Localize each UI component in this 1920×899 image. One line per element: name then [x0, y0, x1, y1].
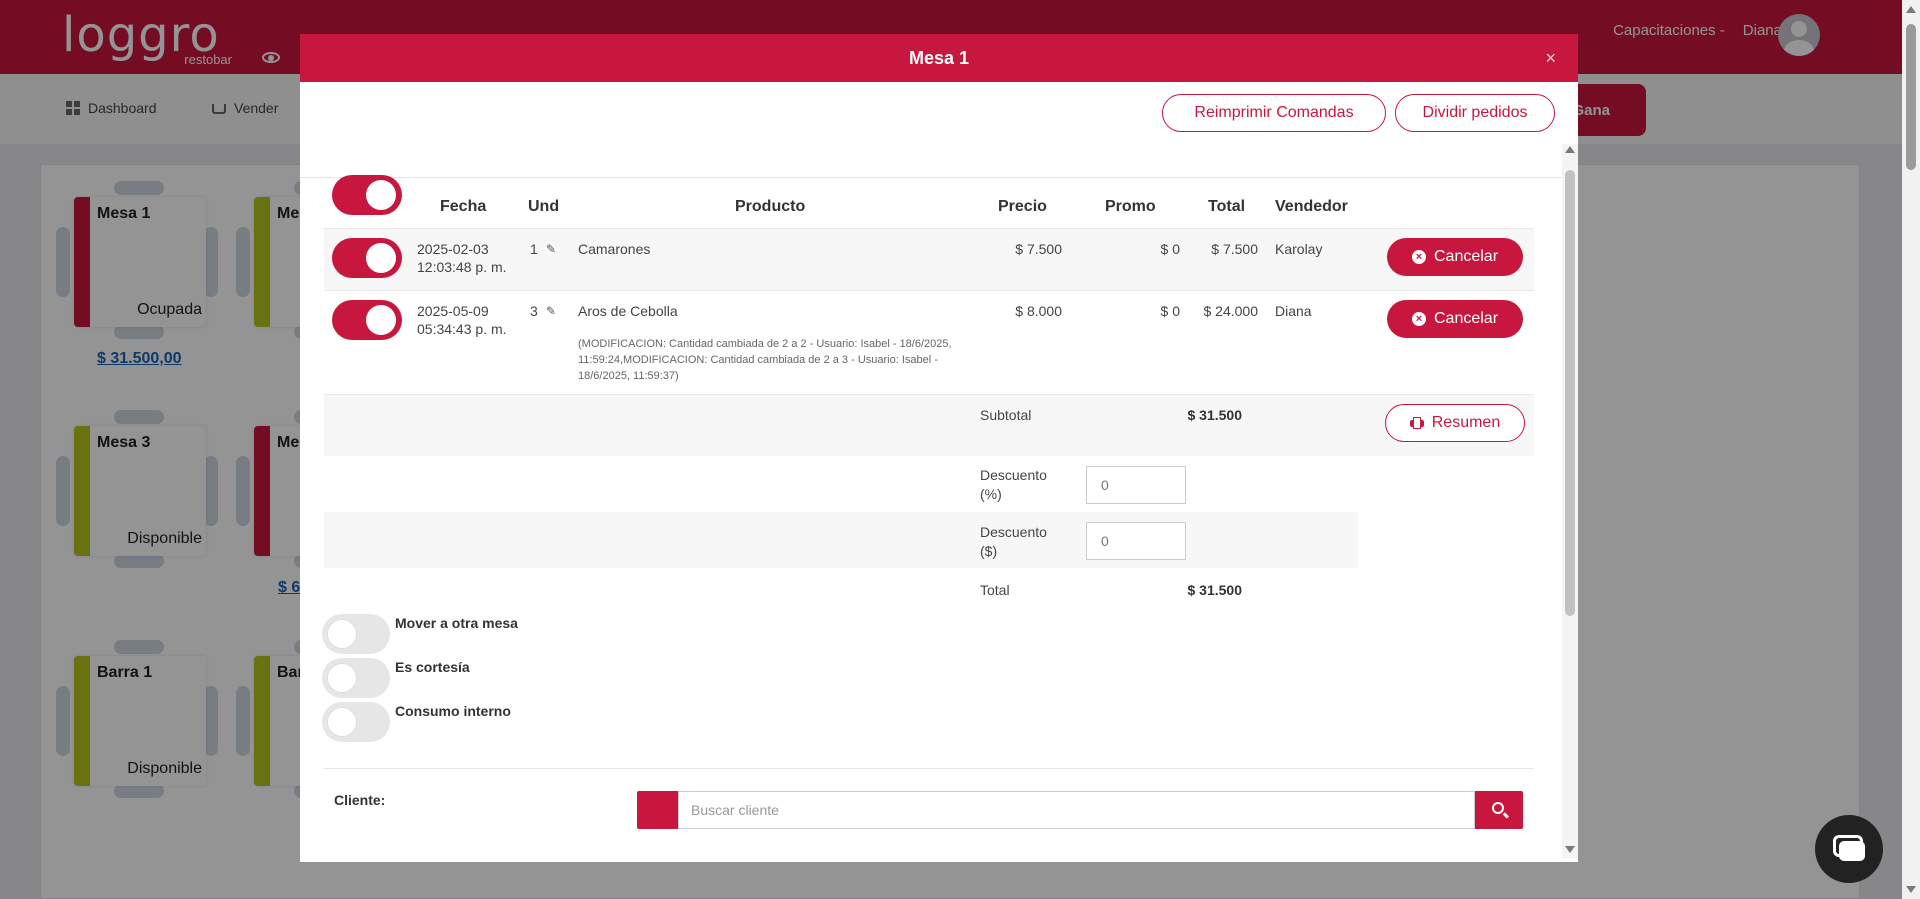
toggle-knob: [327, 663, 357, 693]
courtesy-toggle[interactable]: [322, 658, 390, 698]
modal-title: Mesa 1: [908, 48, 970, 68]
discount-amt-unit: ($): [980, 543, 998, 559]
client-label: Cliente:: [334, 792, 386, 808]
page-scrollbar[interactable]: [1902, 0, 1920, 899]
modal-scroll-down-arrow[interactable]: [1565, 846, 1575, 853]
order-modal: Mesa 1 × Reimprimir Comandas Dividir ped…: [300, 34, 1578, 862]
order-total: $ 24.000: [1203, 303, 1259, 319]
column-producto: Producto: [735, 198, 806, 215]
order-time: 12:03:48 p. m.: [417, 259, 507, 275]
order-total: $ 7.500: [1211, 241, 1258, 257]
scroll-down-arrow[interactable]: [1906, 886, 1916, 893]
order-qty: 3: [530, 303, 538, 319]
move-table-toggle[interactable]: [322, 614, 390, 654]
modal-scroll-up-arrow[interactable]: [1565, 146, 1575, 153]
subtotal-value: $ 31.500: [1187, 407, 1243, 423]
order-promo: $ 0: [1160, 303, 1180, 319]
subtotal-label: Subtotal: [980, 407, 1032, 423]
column-und: Und: [528, 198, 560, 215]
discount-amt-label: Descuento: [980, 524, 1047, 540]
discount-amount-row: [324, 512, 1358, 568]
cancel-item-button[interactable]: × Cancelar: [1387, 238, 1523, 276]
split-orders-button[interactable]: Dividir pedidos: [1395, 94, 1555, 132]
order-date: 2025-02-03: [417, 241, 489, 257]
modal-scroll-thumb[interactable]: [1565, 170, 1575, 616]
total-label: Total: [980, 582, 1010, 598]
modal-scrollbar[interactable]: [1562, 144, 1578, 858]
column-fecha: Fecha: [440, 198, 487, 215]
cancel-label: Cancelar: [1433, 248, 1499, 265]
order-time: 05:34:43 p. m.: [417, 321, 507, 337]
discount-pct-label: Descuento: [980, 467, 1047, 483]
order-product: Aros de Cebolla: [578, 303, 678, 319]
summary-button[interactable]: Resumen: [1385, 404, 1525, 442]
discount-pct-unit: (%): [980, 486, 1002, 502]
toggle-knob: [366, 305, 396, 335]
order-product: Camarones: [578, 241, 651, 257]
search-icon: [1492, 802, 1504, 814]
column-promo: Promo: [1105, 198, 1156, 215]
modal-header: Mesa 1 ×: [300, 34, 1578, 82]
toggle-knob: [327, 619, 357, 649]
column-vendedor: Vendedor: [1275, 198, 1348, 215]
row-toggle[interactable]: [332, 300, 402, 340]
toggle-knob: [366, 243, 396, 273]
client-search-input[interactable]: [678, 791, 1475, 829]
courtesy-label: Es cortesía: [395, 659, 470, 675]
cancel-item-button[interactable]: × Cancelar: [1387, 300, 1523, 338]
cancel-label: Cancelar: [1433, 310, 1499, 327]
order-note: (MODIFICACION: Cantidad cambiada de 2 a …: [578, 338, 952, 382]
internal-consumption-label: Consumo interno: [395, 703, 511, 719]
reprint-orders-button[interactable]: Reimprimir Comandas: [1162, 94, 1386, 132]
toggle-knob: [366, 180, 396, 210]
order-price: $ 7.500: [1015, 241, 1062, 257]
pencil-icon[interactable]: ✎: [546, 243, 558, 255]
order-date: 2025-05-09: [417, 303, 489, 319]
chat-bubble-front: [1839, 841, 1865, 861]
column-precio: Precio: [998, 198, 1047, 215]
modal-actions: Reimprimir Comandas Dividir pedidos: [300, 82, 1578, 178]
scroll-up-arrow[interactable]: [1906, 6, 1916, 13]
close-icon[interactable]: ×: [1545, 48, 1556, 69]
subtotal-row: [324, 394, 1534, 456]
client-search-button[interactable]: [1475, 791, 1523, 829]
divider: [324, 768, 1534, 769]
page-scroll-thumb[interactable]: [1906, 24, 1916, 170]
pencil-icon[interactable]: ✎: [546, 305, 558, 317]
row-toggle[interactable]: [332, 238, 402, 278]
discount-percent-input[interactable]: [1086, 466, 1186, 504]
summary-label: Resumen: [1431, 414, 1501, 431]
order-price: $ 8.000: [1015, 303, 1062, 319]
column-total: Total: [1208, 198, 1246, 215]
order-seller: Diana: [1275, 303, 1312, 319]
order-qty: 1: [530, 241, 538, 257]
discount-amount-input[interactable]: [1086, 522, 1186, 560]
x-circle-icon: ×: [1411, 312, 1426, 326]
move-table-label: Mover a otra mesa: [395, 615, 518, 631]
client-prefix: [637, 791, 683, 829]
printer-icon: [1409, 417, 1424, 429]
order-seller: Karolay: [1275, 241, 1323, 257]
chat-icon[interactable]: [1815, 815, 1883, 883]
total-value: $ 31.500: [1187, 582, 1243, 598]
internal-consumption-toggle[interactable]: [322, 702, 390, 742]
select-all-toggle[interactable]: [332, 175, 402, 215]
toggle-knob: [327, 707, 357, 737]
x-circle-icon: ×: [1411, 250, 1426, 264]
order-promo: $ 0: [1160, 241, 1180, 257]
